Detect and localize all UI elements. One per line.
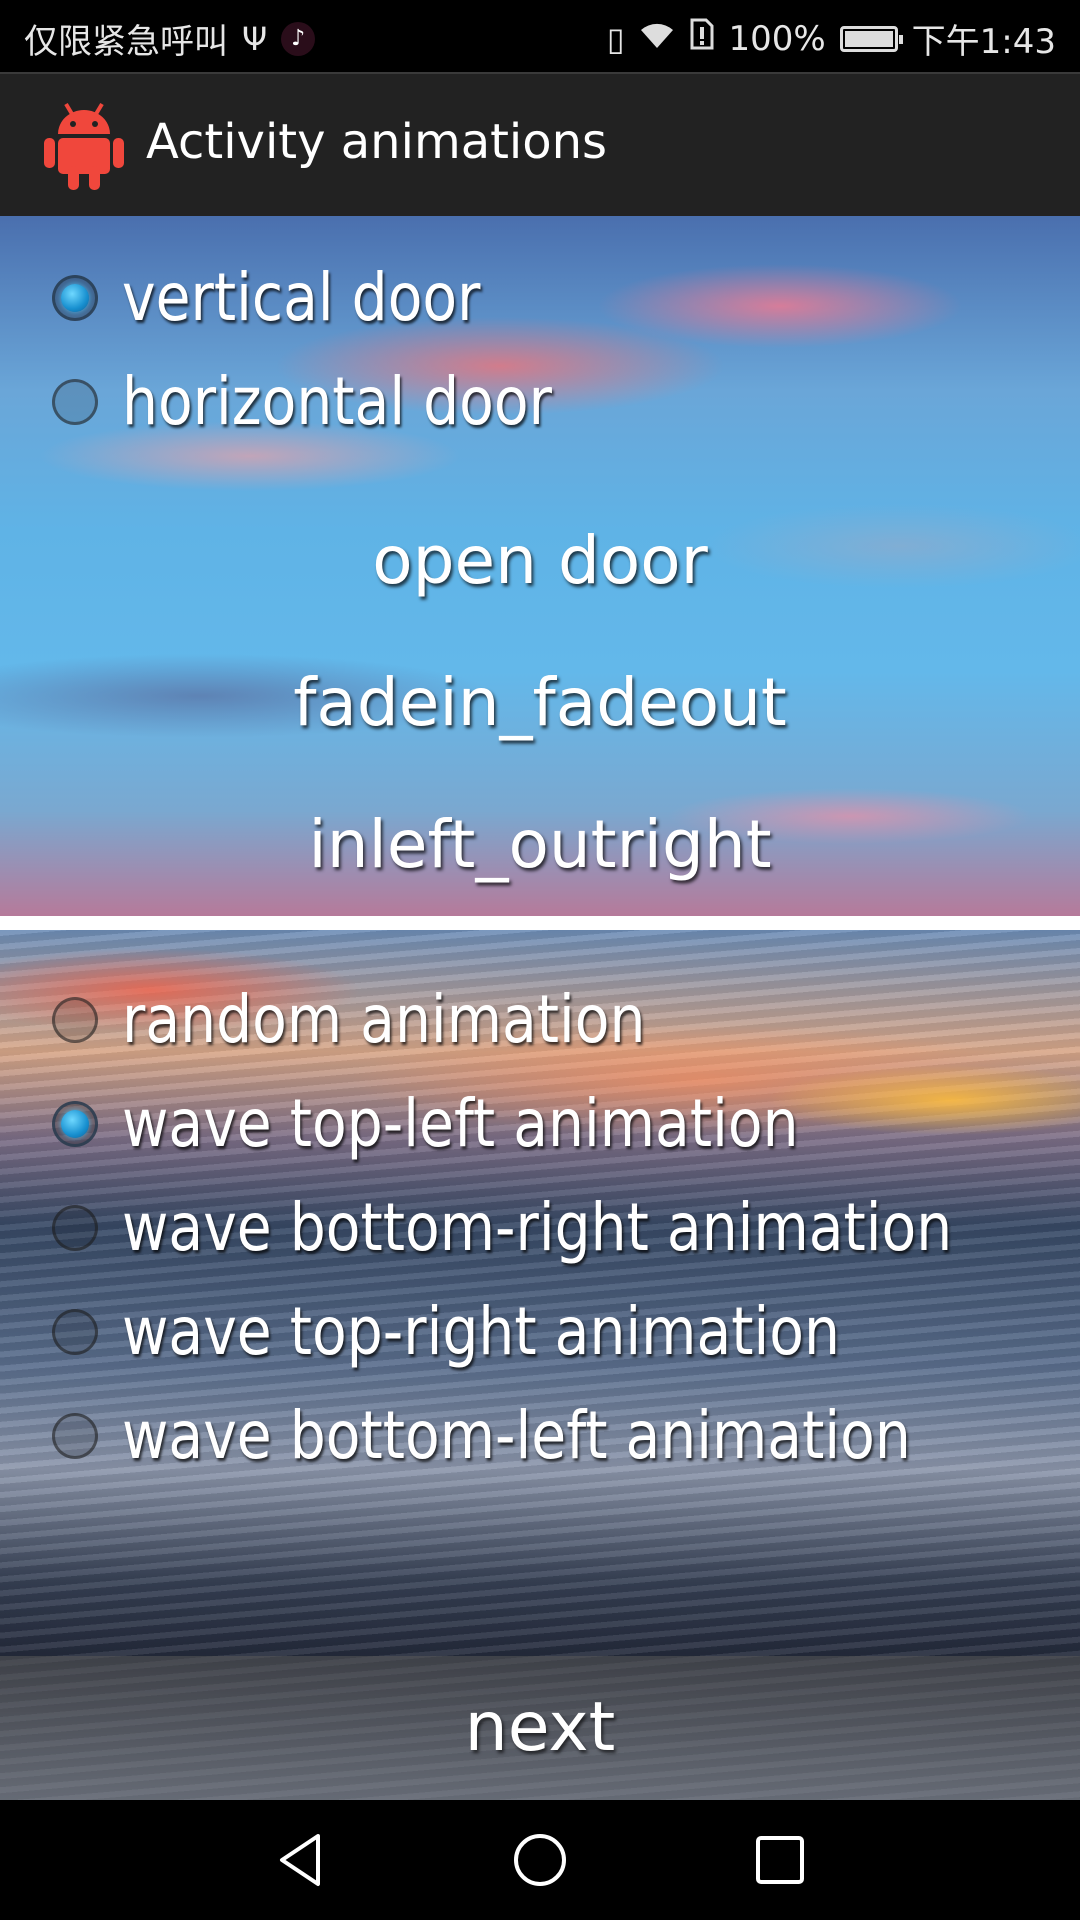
radio-label: wave top-left animation xyxy=(122,1085,799,1162)
divider xyxy=(0,916,1080,930)
radio-label: wave bottom-right animation xyxy=(122,1189,953,1266)
radio-label: wave top-right animation xyxy=(122,1293,840,1370)
usb-icon: Ψ xyxy=(242,19,268,58)
radio-wave-bottom-left[interactable]: wave bottom-left animation xyxy=(52,1396,1039,1476)
home-icon[interactable] xyxy=(510,1830,570,1890)
main-content: vertical door horizontal door open door … xyxy=(0,216,1080,1800)
radio-button[interactable] xyxy=(52,1101,98,1147)
inleft-outright-button[interactable]: inleft_outright xyxy=(0,800,1080,890)
radio-button[interactable] xyxy=(52,1413,98,1459)
radio-label: random animation xyxy=(122,981,646,1058)
radio-wave-top-left[interactable]: wave top-left animation xyxy=(52,1084,909,1164)
vibrate-icon: ▯ xyxy=(606,19,625,58)
sim-alert-icon xyxy=(690,18,714,59)
radio-vertical-door[interactable]: vertical door xyxy=(52,258,539,338)
open-door-button[interactable]: open door xyxy=(0,516,1080,606)
radio-selected-dot xyxy=(61,284,89,312)
clock: 下午1:43 xyxy=(911,22,1056,62)
radio-random-animation[interactable]: random animation xyxy=(52,980,731,1060)
next-button[interactable]: next xyxy=(0,1656,1080,1800)
tiktok-icon: ♪ xyxy=(281,21,316,56)
radio-wave-top-right[interactable]: wave top-right animation xyxy=(52,1292,957,1372)
radio-button[interactable] xyxy=(52,1309,98,1355)
radio-label: vertical door xyxy=(122,259,481,336)
android-logo-icon xyxy=(44,102,124,190)
status-bar: 仅限紧急呼叫 Ψ ♪ ▯ 100% 下午1:43 xyxy=(0,0,1080,72)
carrier-text: 仅限紧急呼叫 xyxy=(24,22,228,62)
radio-button[interactable] xyxy=(52,275,98,321)
recents-icon[interactable] xyxy=(750,1830,810,1890)
battery-percent: 100% xyxy=(728,18,826,59)
radio-button[interactable] xyxy=(52,997,98,1043)
radio-label: wave bottom-left animation xyxy=(122,1397,911,1474)
battery-icon xyxy=(839,25,903,52)
wifi-icon xyxy=(638,19,676,59)
fadein-fadeout-button[interactable]: fadein_fadeout xyxy=(0,658,1080,748)
action-bar: Activity animations xyxy=(0,72,1080,216)
back-icon[interactable] xyxy=(270,1830,330,1890)
radio-wave-bottom-right[interactable]: wave bottom-right animation xyxy=(52,1188,1080,1268)
page-title: Activity animations xyxy=(146,114,608,170)
radio-selected-dot xyxy=(61,1110,89,1138)
radio-label: horizontal door xyxy=(122,363,552,440)
navigation-bar xyxy=(0,1800,1080,1920)
radio-horizontal-door[interactable]: horizontal door xyxy=(52,362,622,442)
radio-button[interactable] xyxy=(52,1205,98,1251)
radio-button[interactable] xyxy=(52,379,98,425)
